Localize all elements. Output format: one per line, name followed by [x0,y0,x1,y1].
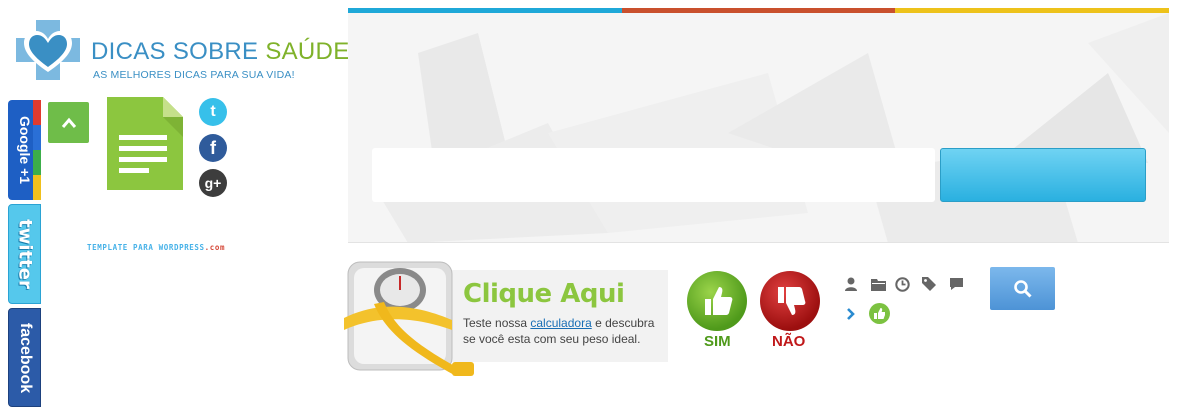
google-plus-tab-label: Google +1 [16,115,33,185]
chevron-right-icon[interactable] [843,306,859,322]
thumbs-up-icon [705,287,733,315]
calculator-link[interactable]: calculadora [530,316,591,330]
header-banner [348,8,1169,243]
facebook-tab[interactable]: facebook [8,308,41,407]
google-plus-tab[interactable]: Google +1 [8,100,41,200]
search-icon [1013,279,1032,298]
folder-icon [870,276,886,292]
search-button[interactable] [990,267,1055,310]
thumbs-up-small-icon[interactable] [869,303,890,324]
vote-yes-button[interactable] [687,271,747,331]
template-credit[interactable]: TEMPLATE PARA WORDPRESS.com [87,243,225,252]
clock-icon [894,276,910,292]
vote-yes-label: SIM [704,333,731,350]
banner-background [378,13,1169,242]
twitter-tab-label: twitter [14,219,35,289]
site-title-accent: SAÚDE [265,38,350,65]
user-icon [843,276,859,292]
chevron-up-icon [61,117,76,128]
google-plus-icon[interactable]: g+ [199,169,227,197]
site-title: DICAS SOBRE SAÚDE [91,38,350,65]
scale-with-tape-icon [344,261,474,376]
twitter-tab[interactable]: twitter [8,204,41,304]
facebook-icon[interactable]: f [199,134,227,162]
vote-no-label: NÃO [772,333,806,350]
search-submit-button[interactable] [940,148,1146,202]
thumbs-down-icon [778,287,806,315]
vote-no-button[interactable] [760,271,820,331]
site-tagline: AS MELHORES DICAS PARA SUA VIDA! [93,69,295,81]
promo-title: Clique Aqui [463,279,625,309]
scroll-to-top-button[interactable] [48,102,89,143]
search-input[interactable] [372,148,935,202]
heart-cross-logo-icon [16,20,80,80]
promo-text: Teste nossa calculadora e descubra se vo… [463,316,655,346]
document-icon[interactable] [107,97,183,190]
tag-icon [921,276,937,292]
comment-icon [948,276,964,292]
site-logo[interactable]: DICAS SOBRE SAÚDE AS MELHORES DICAS PARA… [16,20,349,82]
facebook-tab-label: facebook [16,322,34,393]
twitter-icon[interactable]: t [199,98,227,126]
